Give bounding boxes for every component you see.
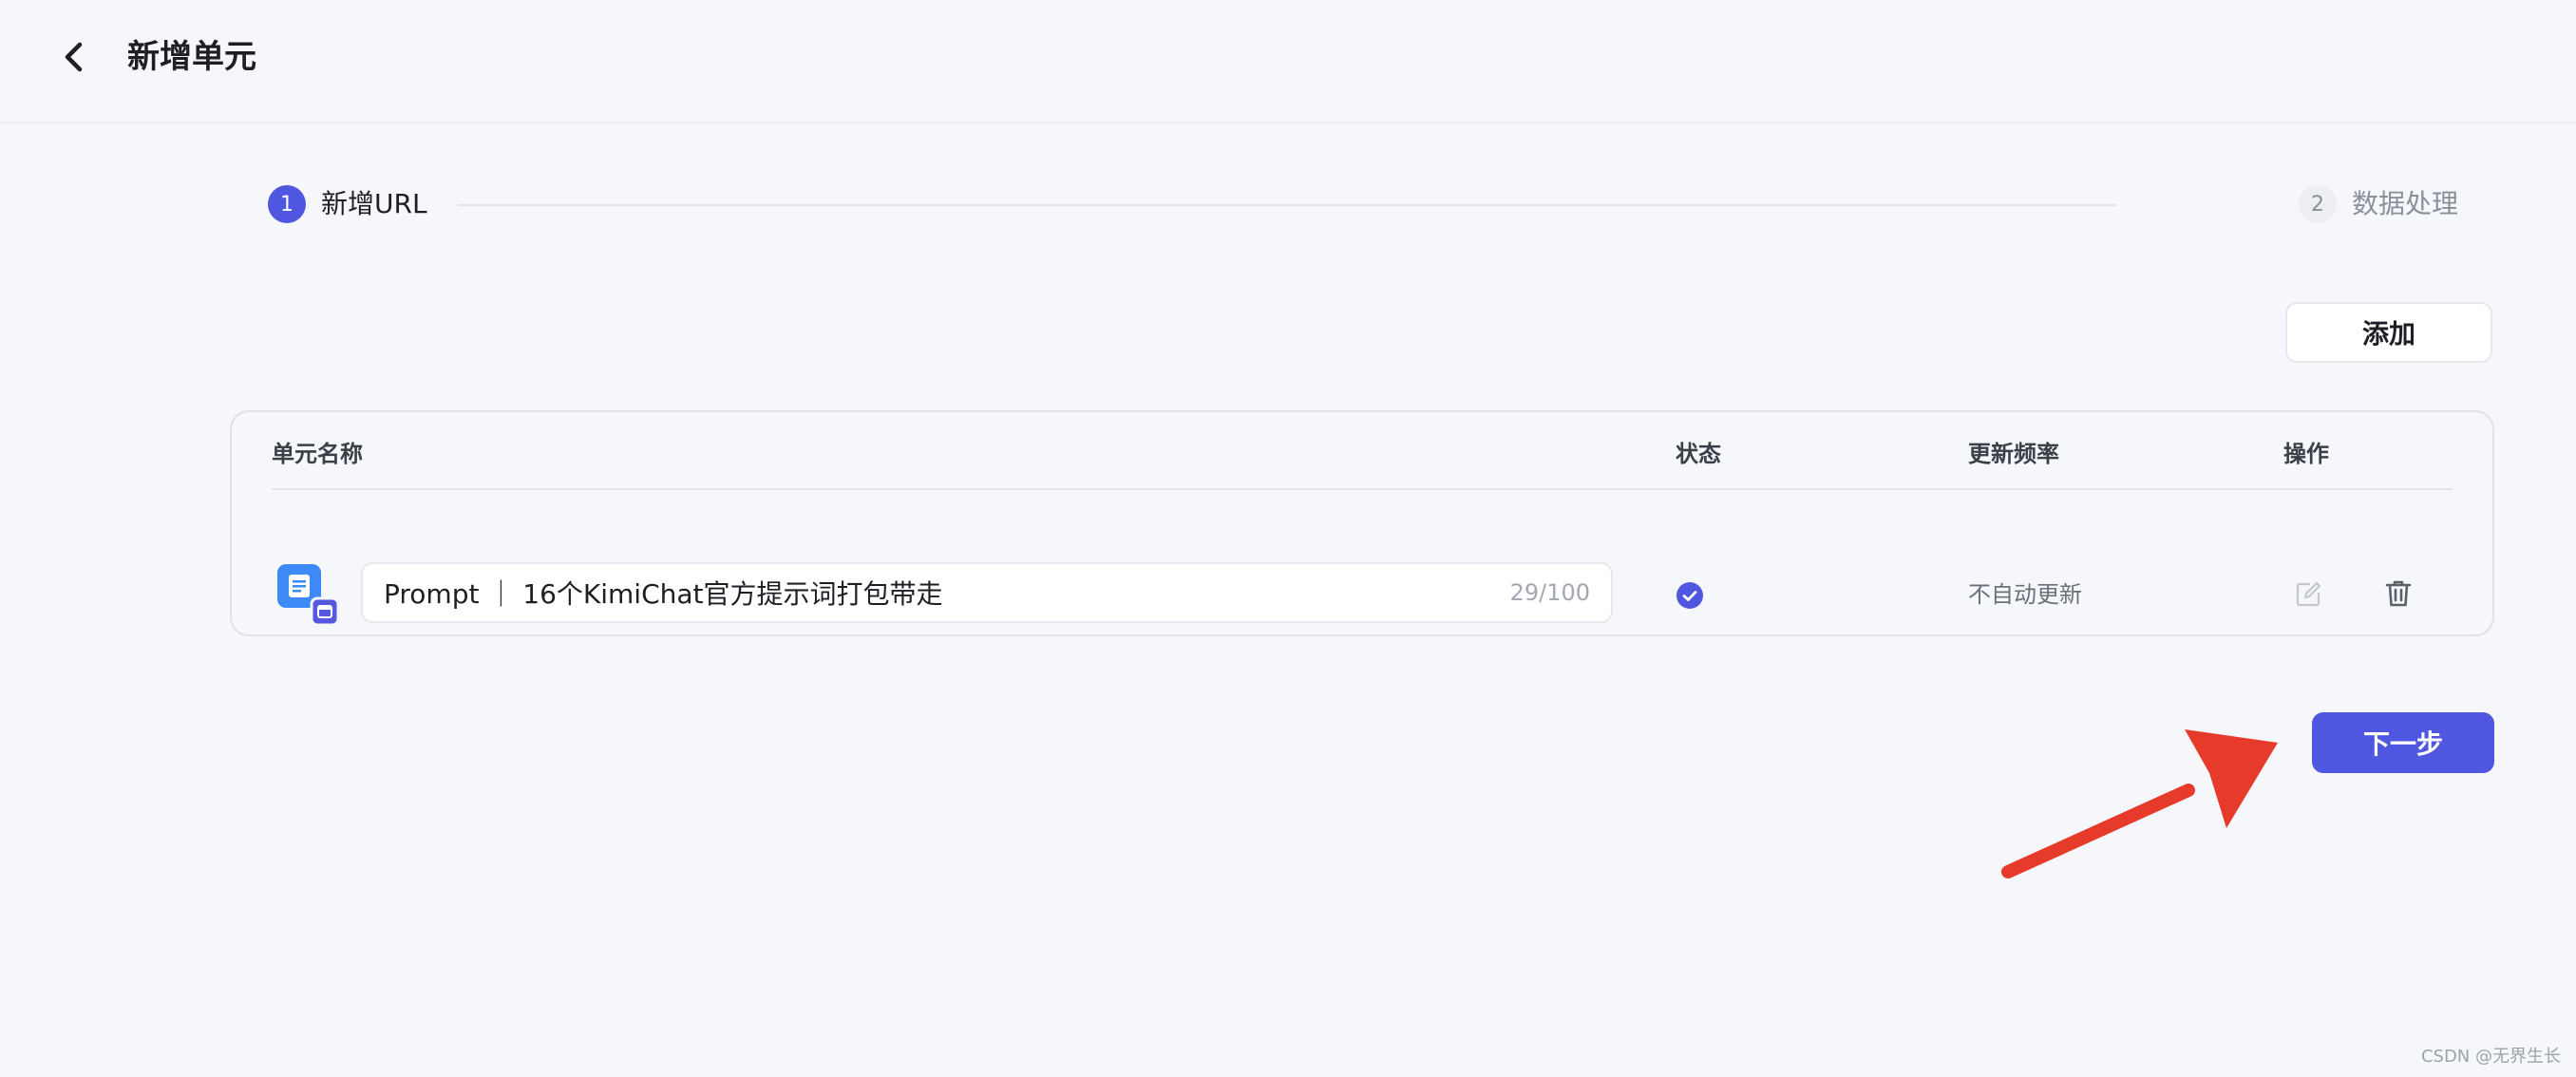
step-2-number: 2	[2298, 185, 2337, 223]
delete-icon[interactable]	[2382, 577, 2415, 610]
step-1-label: 新增URL	[321, 188, 427, 219]
page-title: 新增单元	[127, 38, 256, 76]
page-header: 新增单元	[0, 0, 2576, 123]
step-1: 1 新增URL	[268, 184, 427, 224]
column-header-status: 状态	[1676, 441, 1721, 467]
update-frequency-value: 不自动更新	[1968, 581, 2082, 608]
back-button[interactable]	[53, 36, 95, 78]
annotation-arrow-icon	[2001, 729, 2278, 879]
character-counter: 29/100	[1509, 579, 1590, 606]
next-step-button[interactable]: 下一步	[2312, 712, 2494, 773]
column-header-name: 单元名称	[272, 441, 363, 467]
edit-icon[interactable]	[2293, 579, 2323, 610]
column-header-frequency: 更新频率	[1968, 441, 2059, 467]
column-header-actions: 操作	[2283, 441, 2329, 467]
step-2: 2 数据处理	[2298, 184, 2458, 224]
watermark: CSDN @无界生长	[2420, 1047, 2561, 1067]
step-2-label: 数据处理	[2351, 188, 2458, 219]
table-row: Prompt ｜ 16个KimiChat官方提示词打包带走 29/100 不自动…	[232, 490, 2492, 636]
unit-table: 单元名称 状态 更新频率 操作 Prompt ｜ 16个KimiChat官方提示…	[230, 410, 2494, 636]
add-button[interactable]: 添加	[2285, 302, 2492, 363]
document-link-icon	[277, 564, 340, 627]
step-connector-line	[458, 204, 2116, 206]
step-1-number: 1	[268, 185, 306, 223]
unit-name-value: Prompt ｜ 16个KimiChat官方提示词打包带走	[384, 578, 943, 610]
step-indicator: 1 新增URL 2 数据处理	[268, 184, 2458, 224]
chevron-left-icon	[65, 42, 83, 72]
check-circle-icon	[1676, 582, 1703, 609]
unit-name-input[interactable]: Prompt ｜ 16个KimiChat官方提示词打包带走 29/100	[361, 562, 1613, 623]
page: 新增单元 1 新增URL 2 数据处理 添加 单元名称 状态 更新频率 操作 P…	[0, 0, 2576, 1077]
